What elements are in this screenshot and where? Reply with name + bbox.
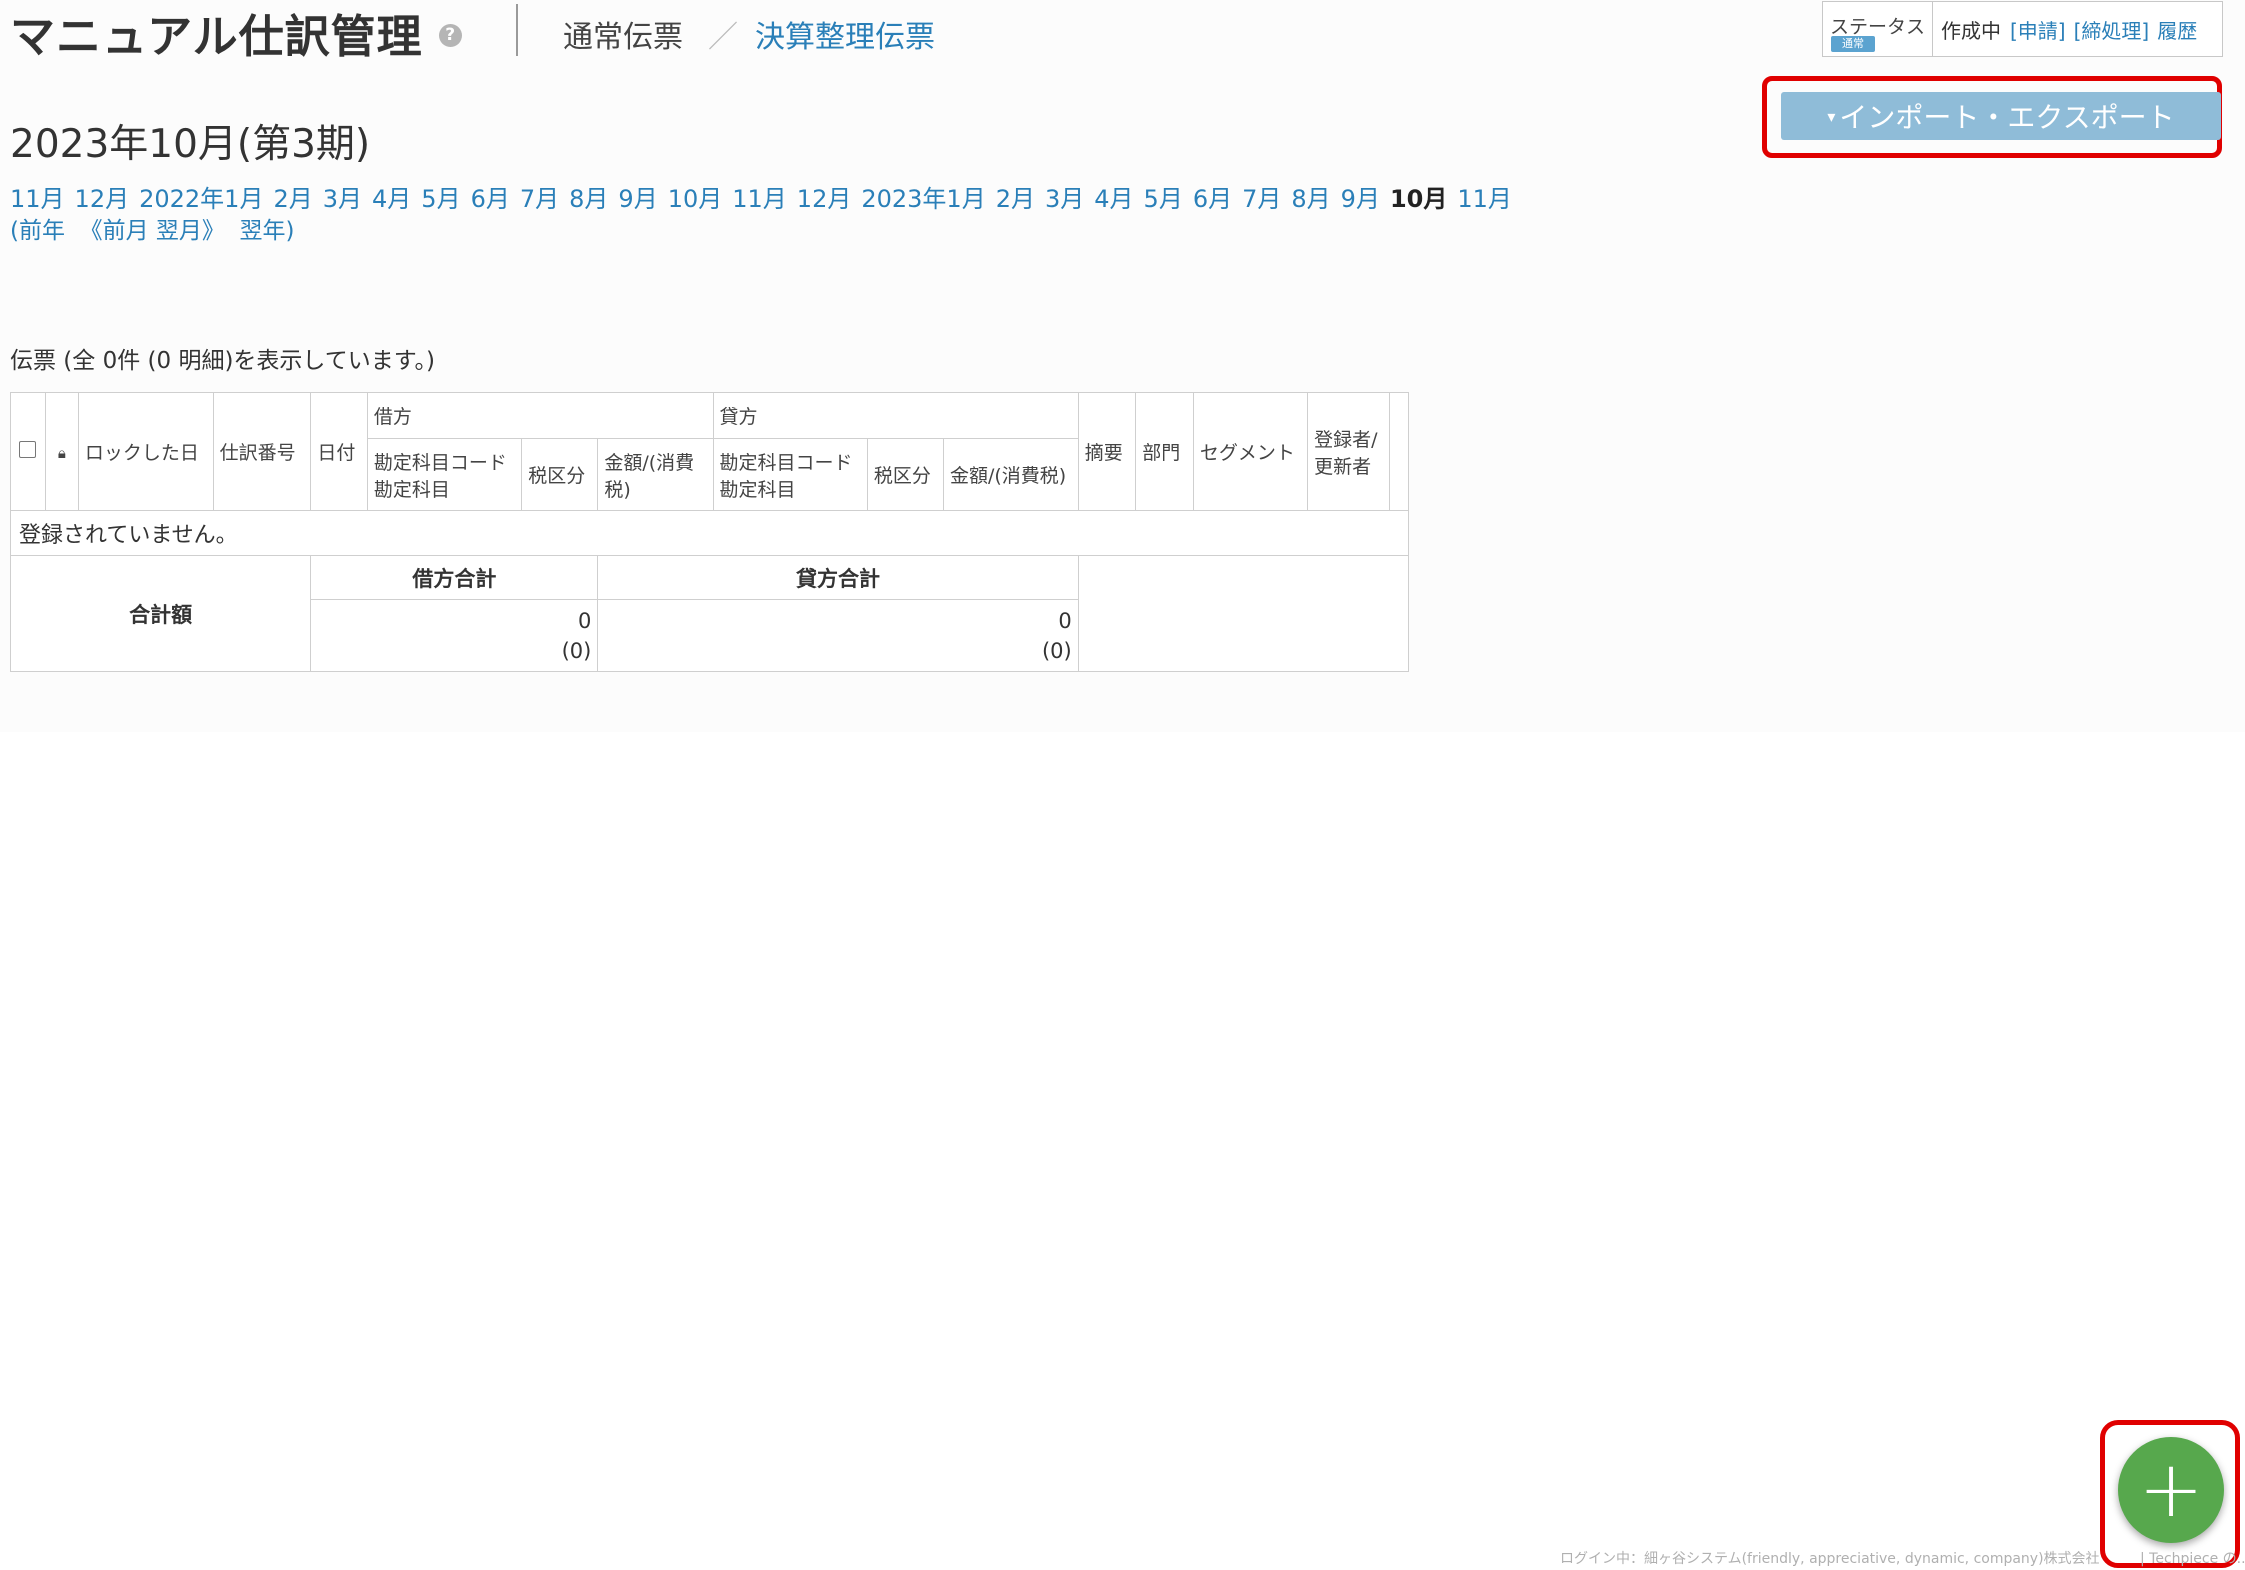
- registrant-header[interactable]: 登録者/ 更新者: [1307, 392, 1391, 511]
- month-link[interactable]: 8月: [1291, 185, 1330, 213]
- status-actions: 作成中 [申請] [締処理] 履歴: [1933, 2, 2205, 56]
- prev-month-link[interactable]: 《前月: [80, 218, 149, 244]
- month-link[interactable]: 9月: [618, 185, 657, 213]
- year-nav: (前年 《前月 翌月》 翌年): [10, 211, 295, 245]
- journal-no-header[interactable]: 仕訳番号: [212, 392, 312, 511]
- totals-label: 合計額: [9, 555, 312, 672]
- select-all-checkbox[interactable]: [19, 440, 37, 458]
- debit-total-value: 0 (0): [310, 599, 599, 672]
- apply-link[interactable]: [申請]: [2010, 15, 2066, 44]
- tab-separator: ／: [708, 20, 738, 55]
- tab-normal-voucher[interactable]: 通常伝票: [563, 12, 683, 56]
- status-panel: ステータス 通常 作成中 [申請] [締処理] 履歴: [1822, 1, 2223, 57]
- result-summary: 伝票 (全 0件 (0 明細)を表示しています。): [10, 348, 435, 374]
- prev-year-link[interactable]: 前年: [19, 218, 65, 244]
- segment-header[interactable]: セグメント: [1192, 392, 1309, 511]
- month-link[interactable]: 10月: [668, 185, 723, 213]
- select-all-cell: [10, 392, 46, 511]
- month-link[interactable]: 2023年1月: [861, 185, 985, 213]
- month-link[interactable]: 11月: [732, 185, 787, 213]
- month-link[interactable]: 5月: [1144, 185, 1183, 213]
- month-link[interactable]: 7月: [520, 185, 559, 213]
- month-link[interactable]: 3月: [323, 185, 362, 213]
- month-link[interactable]: 4月: [1094, 185, 1133, 213]
- lock-header: 🔒︎: [44, 392, 79, 511]
- debit-total-tax: (0): [561, 638, 592, 663]
- month-link[interactable]: 12月: [75, 185, 130, 213]
- month-link[interactable]: 6月: [1193, 185, 1232, 213]
- month-link[interactable]: 6月: [471, 185, 510, 213]
- import-export-button[interactable]: ▾ インポート・エクスポート: [1781, 92, 2221, 140]
- month-link[interactable]: 2022年1月: [139, 185, 263, 213]
- table-header-row: 🔒︎ ロックした日 仕訳番号 日付 借方 貸方 摘要 部門 セグメント 登録者/…: [10, 392, 1409, 511]
- empty-message: 登録されていません。: [10, 510, 1409, 556]
- import-export-label: インポート・エクスポート: [1839, 101, 2175, 134]
- updater-label: 更新者: [1314, 455, 1372, 478]
- registrant-label: 登録者/: [1314, 428, 1378, 451]
- debit-total-label: 借方合計: [310, 555, 599, 600]
- add-journal-button[interactable]: +: [2118, 1437, 2224, 1543]
- month-link[interactable]: 9月: [1341, 185, 1380, 213]
- debit-header: 借方: [366, 392, 714, 439]
- month-link[interactable]: 8月: [569, 185, 608, 213]
- credit-header: 貸方: [712, 392, 1079, 439]
- month-nav: 11月 12月 2022年1月 2月 3月 4月 5月 6月 7月 8月 9月 10月 11月 12月 20…: [10, 179, 1522, 214]
- credit-total-value: 0 (0): [597, 599, 1079, 672]
- month-link[interactable]: 3月: [1045, 185, 1084, 213]
- debit-account-code-label: 勘定科目コード: [373, 451, 507, 474]
- locked-date-header[interactable]: ロックした日: [77, 392, 214, 511]
- page-title: マニュアル仕訳管理: [10, 9, 423, 63]
- description-header[interactable]: 摘要: [1077, 392, 1137, 511]
- month-link[interactable]: 2月: [996, 185, 1035, 213]
- status-label: ステータス: [1830, 16, 1926, 38]
- year-nav-paren: ): [285, 218, 295, 244]
- year-nav-paren: (: [10, 218, 19, 244]
- totals-header-row: 合計額 借方合計 貸方合計: [9, 555, 1410, 672]
- status-badge: 通常: [1831, 36, 1875, 52]
- page-header: マニュアル仕訳管理 ?: [10, 2, 462, 63]
- totals-blank: [1077, 555, 1410, 672]
- debit-amount-header[interactable]: 金額/(消費税): [597, 438, 714, 511]
- status-current: 作成中: [1941, 18, 2001, 43]
- month-link[interactable]: 11月: [10, 185, 65, 213]
- debit-account-header[interactable]: 勘定科目コード 勘定科目: [366, 438, 523, 511]
- month-link[interactable]: 7月: [1242, 185, 1281, 213]
- month-link[interactable]: 11月: [1457, 185, 1512, 213]
- month-link[interactable]: 5月: [421, 185, 460, 213]
- department-header[interactable]: 部門: [1135, 392, 1194, 511]
- empty-row: 登録されていません。: [10, 510, 1409, 556]
- credit-total-label: 貸方合計: [597, 555, 1079, 600]
- credit-tax-header[interactable]: 税区分: [866, 438, 944, 511]
- credit-account-code-label: 勘定科目コード: [719, 451, 853, 474]
- credit-total-tax: (0): [1041, 638, 1072, 663]
- debit-account-label: 勘定科目: [373, 478, 450, 501]
- plus-icon: +: [2138, 1445, 2204, 1535]
- month-link[interactable]: 4月: [372, 185, 411, 213]
- debit-tax-header[interactable]: 税区分: [521, 438, 599, 511]
- credit-account-label: 勘定科目: [719, 478, 796, 501]
- header-divider: [516, 4, 518, 56]
- help-icon[interactable]: ?: [438, 23, 462, 47]
- tab-settlement-voucher[interactable]: 決算整理伝票: [755, 12, 935, 56]
- journal-table: 🔒︎ ロックした日 仕訳番号 日付 借方 貸方 摘要 部門 セグメント 登録者/…: [9, 392, 1410, 672]
- lock-icon: 🔒︎: [57, 443, 66, 462]
- date-header[interactable]: 日付: [310, 392, 368, 511]
- credit-account-header[interactable]: 勘定科目コード 勘定科目: [712, 438, 868, 511]
- credit-amount-header[interactable]: 金額/(消費税): [942, 438, 1079, 511]
- footer-login-text: ログイン中：細ヶ谷システム(friendly, appreciative, dy…: [1560, 1551, 2100, 1567]
- period-title: 2023年10月(第3期): [10, 122, 371, 167]
- caret-down-icon: ▾: [1827, 106, 1836, 126]
- history-link[interactable]: 履歴: [2157, 15, 2197, 44]
- credit-total-amount: 0: [1058, 608, 1072, 633]
- next-year-link[interactable]: 翌年: [240, 218, 286, 244]
- current-month: 10月: [1389, 185, 1448, 213]
- debit-total-amount: 0: [577, 608, 592, 633]
- close-process-link[interactable]: [締処理]: [2074, 15, 2150, 44]
- month-link[interactable]: 12月: [797, 185, 852, 213]
- month-link[interactable]: 2月: [273, 185, 312, 213]
- status-label-cell: ステータス 通常: [1823, 2, 1933, 56]
- extra-header: [1389, 392, 1409, 511]
- next-month-link[interactable]: 翌月》: [156, 218, 225, 244]
- footer-right-text: | Techpiece の...: [2140, 1551, 2245, 1567]
